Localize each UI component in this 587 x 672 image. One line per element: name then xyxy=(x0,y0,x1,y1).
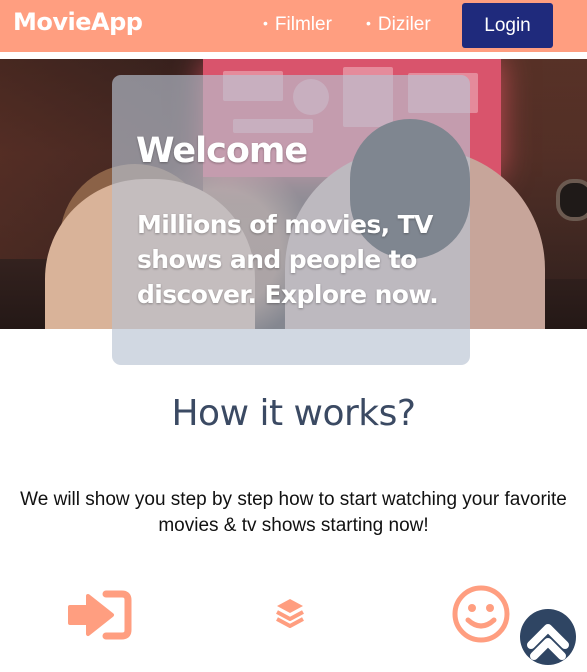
sign-in-icon xyxy=(68,590,132,644)
welcome-subtitle: Millions of movies, TV shows and people … xyxy=(137,210,439,309)
layers-icon xyxy=(274,597,306,633)
nav-item-diziler[interactable]: • Diziler xyxy=(366,14,431,36)
login-button[interactable]: Login xyxy=(462,3,553,48)
welcome-card: Welcome Millions of movies, TV shows and… xyxy=(112,75,470,365)
how-it-works-title: How it works? xyxy=(171,393,416,434)
navbar: MovieApp • Filmler • Diziler Login xyxy=(0,0,587,52)
bullet-icon: • xyxy=(263,15,268,31)
scroll-to-top-button[interactable] xyxy=(520,609,576,665)
smile-icon xyxy=(451,584,511,648)
brand-logo[interactable]: MovieApp xyxy=(13,8,143,36)
hero-speaker xyxy=(556,179,587,221)
bullet-icon: • xyxy=(366,15,371,31)
welcome-title: Welcome xyxy=(136,131,308,171)
chevron-up-icon xyxy=(527,624,569,660)
how-it-works-description: We will show you step by step how to sta… xyxy=(20,489,567,536)
nav-label: Diziler xyxy=(377,14,431,35)
nav-label: Filmler xyxy=(274,14,332,35)
nav-item-filmler[interactable]: • Filmler xyxy=(263,14,332,36)
